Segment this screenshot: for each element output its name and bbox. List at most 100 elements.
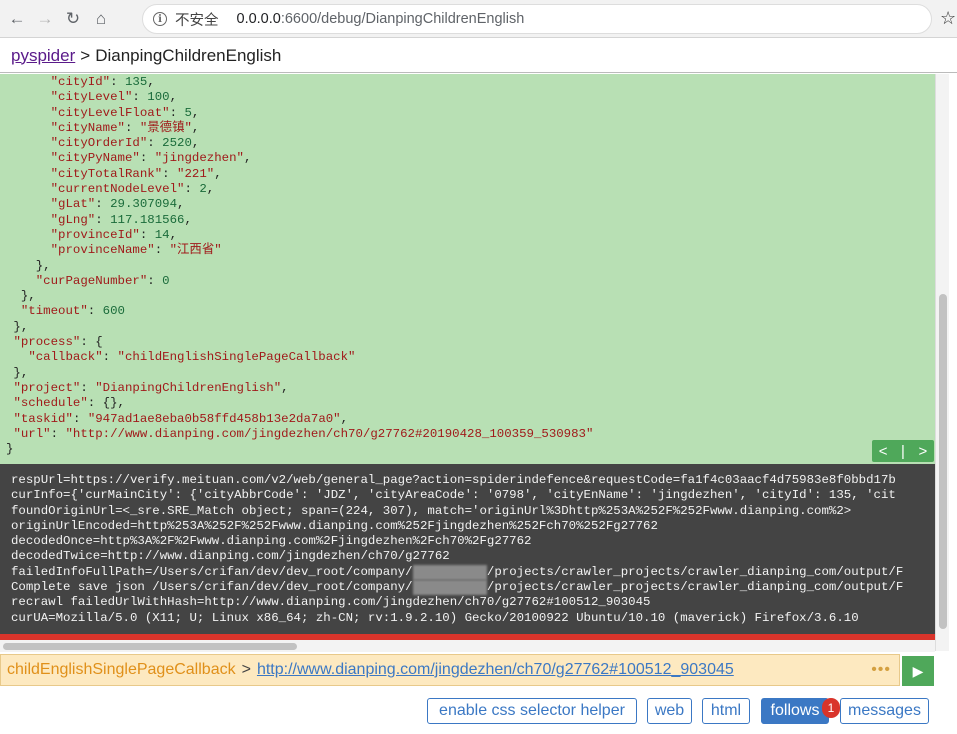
code-token: : <box>110 75 125 89</box>
code-token: : <box>87 304 103 319</box>
json-line: "provinceName": "江西省" <box>6 243 935 258</box>
code-token: "cityLevelFloat" <box>50 105 170 120</box>
code-token: : {}, <box>87 396 125 411</box>
insecure-label: 不安全 <box>175 12 219 29</box>
code-token: "callback" <box>28 350 103 365</box>
vertical-scrollbar-thumb[interactable] <box>939 294 947 629</box>
code-token: }, <box>6 258 51 273</box>
follow-url-link[interactable]: http://www.dianping.com/jingdezhen/ch70/… <box>257 661 734 679</box>
code-token: , <box>169 227 178 242</box>
code-token: "cityLevel" <box>50 90 133 105</box>
json-line: "cityLevel": 100, <box>6 90 935 105</box>
callback-separator: > <box>241 661 251 678</box>
code-token: "currentNodeLevel" <box>50 182 185 197</box>
code-token: "gLng" <box>50 212 96 227</box>
horizontal-scrollbar[interactable] <box>0 640 935 652</box>
json-line: }, <box>6 366 935 381</box>
code-token: : <box>95 212 111 227</box>
code-token: } <box>6 442 14 457</box>
code-token: 5 <box>184 105 192 120</box>
code-token: : <box>95 197 111 212</box>
code-token: : <box>147 136 163 151</box>
code-token: "江西省" <box>169 243 222 258</box>
run-follow-button[interactable]: ▶ <box>902 656 934 686</box>
code-token: "provinceName" <box>50 243 155 258</box>
project-name: DianpingChildrenEnglish <box>95 45 282 65</box>
code-token: "景德镇" <box>139 120 192 135</box>
url-text[interactable]: 0.0.0.0:6600/debug/DianpingChildrenEngli… <box>237 11 525 27</box>
log-line: failedInfoFullPath=/Users/crifan/dev/dev… <box>11 564 935 581</box>
log-line: Complete save json /Users/crifan/dev/dev… <box>11 580 935 596</box>
more-options-icon[interactable]: ••• <box>871 661 891 679</box>
code-token: }, <box>6 319 29 334</box>
code-token: "childEnglishSinglePageCallback" <box>117 350 356 365</box>
code-token: 100 <box>147 90 170 105</box>
log-line: respUrl=https://verify.meituan.com/v2/we… <box>11 473 935 488</box>
code-token: : <box>72 411 88 426</box>
code-token: , <box>169 90 178 105</box>
code-token: "curPageNumber" <box>35 273 148 288</box>
json-line: "project": "DianpingChildrenEnglish", <box>6 381 935 396</box>
json-line: "cityOrderId": 2520, <box>6 136 935 151</box>
log-line: recrawl failedUrlWithHash=http://www.dia… <box>11 595 935 610</box>
browser-toolbar: ← → ↻ ⌂ i 不安全 0.0.0.0:6600/debug/Dianpin… <box>0 0 957 38</box>
code-token: 0 <box>162 273 170 288</box>
json-line: "cityPyName": "jingdezhen", <box>6 151 935 166</box>
code-token: "221" <box>177 166 215 181</box>
enable-css-selector-helper-button[interactable]: enable css selector helper <box>427 698 637 724</box>
home-icon[interactable]: ⌂ <box>90 8 112 30</box>
log-line: curInfo={'curMainCity': {'cityAbbrCode':… <box>11 488 935 503</box>
code-token: : <box>139 151 155 166</box>
code-token: : <box>132 90 148 105</box>
code-token: "http://www.dianping.com/jingdezhen/ch70… <box>65 426 594 441</box>
address-bar[interactable]: i 不安全 0.0.0.0:6600/debug/DianpingChildre… <box>142 4 932 34</box>
code-token: "taskid" <box>13 411 73 426</box>
code-token: : <box>124 120 140 135</box>
code-token: , <box>340 411 349 426</box>
follow-request-bar[interactable]: childEnglishSinglePageCallback > http://… <box>0 654 900 686</box>
log-output-panel: respUrl=https://verify.meituan.com/v2/we… <box>0 464 935 634</box>
code-token: }, <box>6 365 29 380</box>
pager-prev-button[interactable]: < <box>879 443 888 460</box>
horizontal-scrollbar-thumb[interactable] <box>3 643 297 650</box>
code-token: decodedOnce=http%3A%2F%2Fwww.dianping.co… <box>11 534 532 549</box>
code-token: curInfo={'curMainCity': {'cityAbbrCode':… <box>11 488 896 503</box>
json-line: "currentNodeLevel": 2, <box>6 182 935 197</box>
forward-arrow-icon[interactable]: → <box>34 8 56 30</box>
pager-next-button[interactable]: > <box>918 443 927 460</box>
code-token: recrawl failedUrlWithHash=http://www.dia… <box>11 595 651 610</box>
code-token: : <box>50 426 66 441</box>
task-json-code: "cityId": 135, "cityLevel": 100, "cityLe… <box>0 74 935 457</box>
bookmark-star-icon[interactable]: ☆ <box>940 8 956 29</box>
tab-html[interactable]: html <box>702 698 750 724</box>
code-token: respUrl=https://verify.meituan.com/v2/we… <box>11 473 896 487</box>
code-token: "schedule" <box>13 396 88 411</box>
task-json-panel[interactable]: "cityId": 135, "cityLevel": 100, "cityLe… <box>0 74 935 464</box>
log-line: decodedOnce=http%3A%2F%2Fwww.dianping.co… <box>11 534 935 549</box>
json-line: }, <box>6 289 935 304</box>
back-arrow-icon[interactable]: ← <box>6 8 28 30</box>
info-icon[interactable]: i <box>153 12 167 26</box>
log-line: decodedTwice=http://www.dianping.com/jin… <box>11 549 935 564</box>
follows-count-badge: 1 <box>822 698 840 718</box>
breadcrumb-separator: > <box>80 45 91 65</box>
code-token: "947ad1ae8eba0b58ffd458b13e2da7a0" <box>87 411 341 426</box>
code-token: : <box>102 350 118 365</box>
tab-messages[interactable]: messages <box>840 698 929 724</box>
code-token: "provinceId" <box>50 227 140 242</box>
json-line: "taskid": "947ad1ae8eba0b58ffd458b13e2da… <box>6 412 935 427</box>
log-line: foundOriginUrl=<_sre.SRE_Match object; s… <box>11 504 935 519</box>
reload-icon[interactable]: ↻ <box>62 8 84 30</box>
code-token: , <box>191 136 200 151</box>
pyspider-home-link[interactable]: pyspider <box>11 46 75 66</box>
tab-web[interactable]: web <box>647 698 692 724</box>
tab-follows[interactable]: follows <box>761 698 829 724</box>
code-token: : <box>139 227 155 242</box>
json-line: "cityName": "景德镇", <box>6 121 935 136</box>
vertical-scrollbar[interactable] <box>935 74 949 651</box>
